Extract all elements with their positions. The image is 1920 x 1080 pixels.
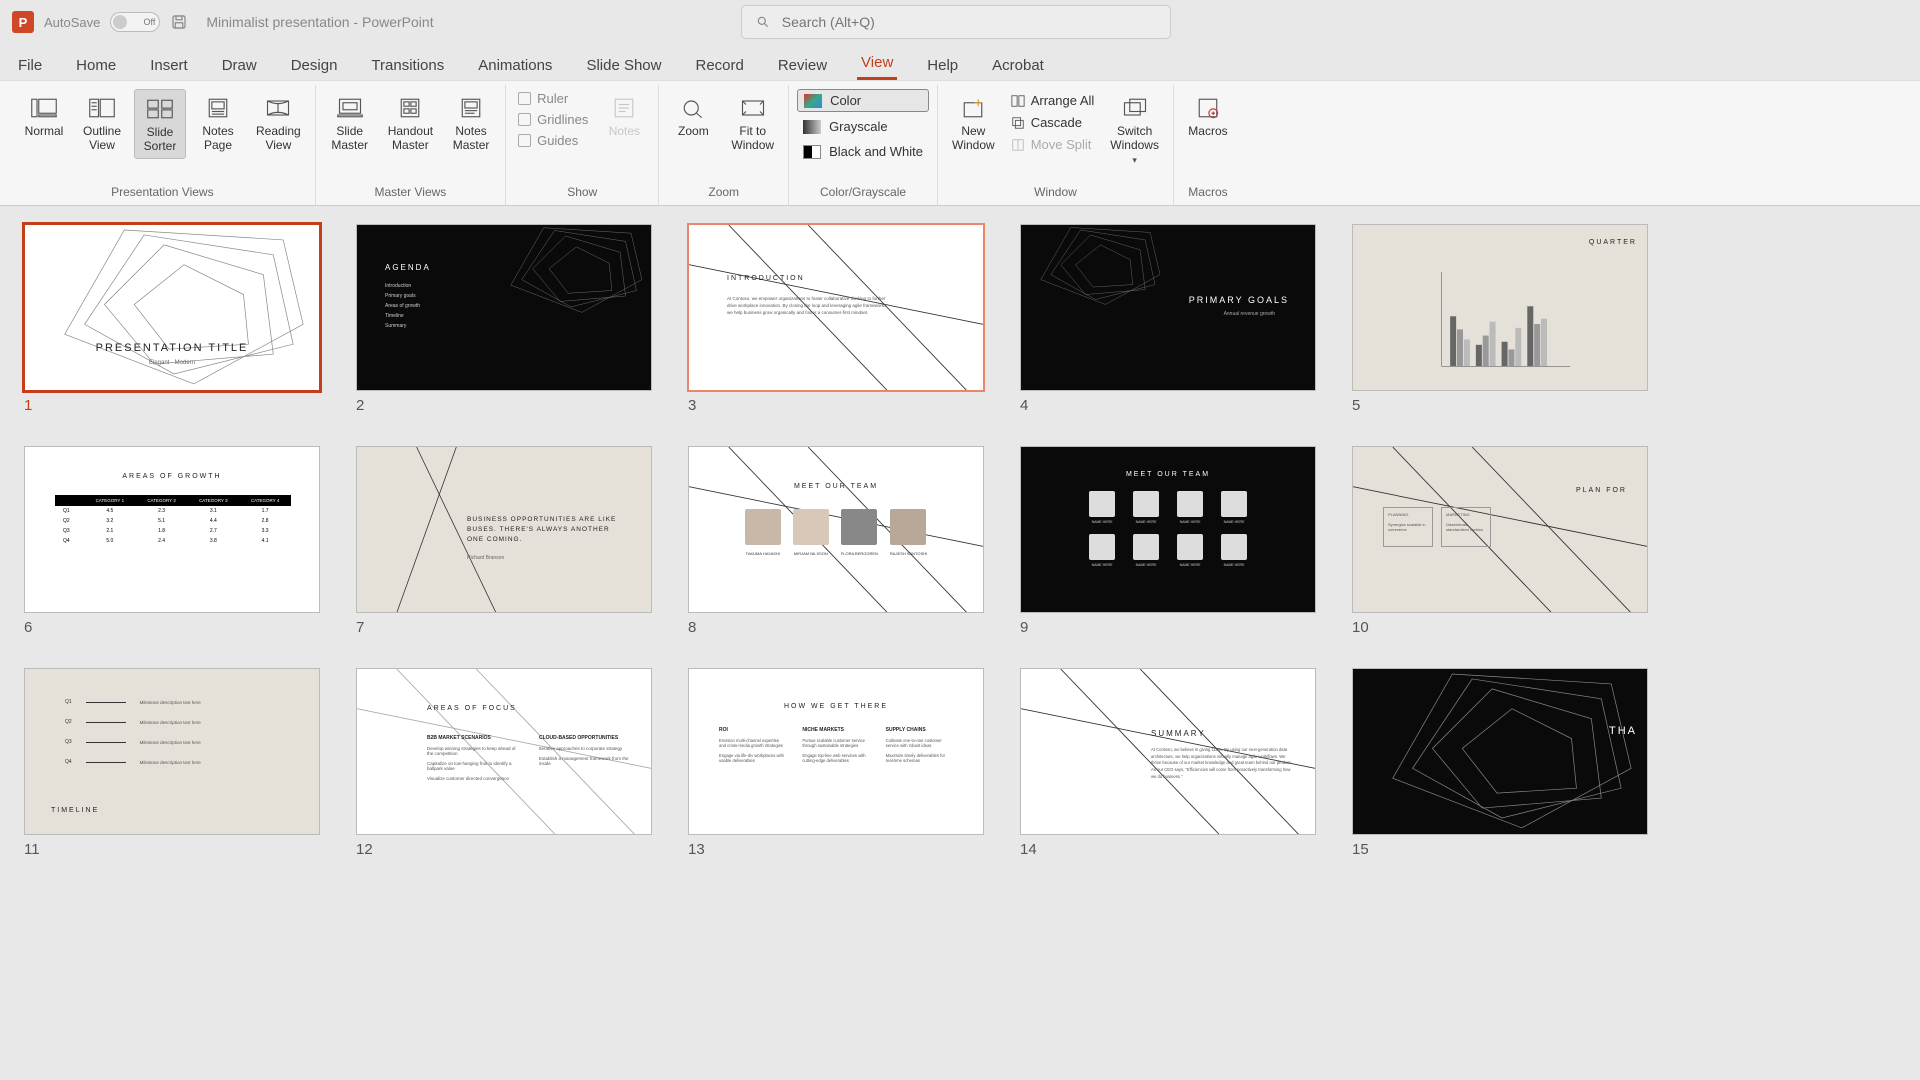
group-master-views: Slide Master Handout Master Notes Master… bbox=[316, 85, 506, 205]
search-input[interactable] bbox=[782, 14, 1156, 30]
slide-thumbnail-11[interactable]: Q1Milestone description text hereQ2Miles… bbox=[24, 668, 320, 858]
autosave-toggle[interactable]: Off bbox=[110, 12, 160, 32]
black-white-button[interactable]: Black and White bbox=[797, 141, 929, 162]
normal-view-button[interactable]: Normal bbox=[18, 89, 70, 143]
color-button[interactable]: Color bbox=[797, 89, 929, 112]
tab-file[interactable]: File bbox=[14, 51, 46, 80]
tab-transitions[interactable]: Transitions bbox=[367, 51, 448, 80]
group-show: Ruler Gridlines Guides Notes Show bbox=[506, 85, 659, 205]
notes-page-button[interactable]: Notes Page bbox=[192, 89, 244, 157]
tab-review[interactable]: Review bbox=[774, 51, 831, 80]
slide-number: 11 bbox=[24, 841, 320, 858]
slide-number: 13 bbox=[688, 841, 984, 858]
tab-slide-show[interactable]: Slide Show bbox=[582, 51, 665, 80]
slide-thumbnail-2[interactable]: AGENDAIntroductionPrimary goalsAreas of … bbox=[356, 224, 652, 414]
slide-thumbnail-7[interactable]: BUSINESS OPPORTUNITIES ARE LIKE BUSES. T… bbox=[356, 446, 652, 636]
slide-number: 7 bbox=[356, 619, 652, 636]
group-presentation-views: Normal Outline View Slide Sorter Notes P… bbox=[10, 85, 316, 205]
cascade-button[interactable]: Cascade bbox=[1007, 113, 1099, 132]
powerpoint-icon: P bbox=[12, 11, 34, 33]
slide-thumbnail-9[interactable]: MEET OUR TEAMNAME HERENAME HERENAME HERE… bbox=[1020, 446, 1316, 636]
tab-insert[interactable]: Insert bbox=[146, 51, 192, 80]
tab-record[interactable]: Record bbox=[691, 51, 747, 80]
arrange-all-button[interactable]: Arrange All bbox=[1007, 91, 1099, 110]
ribbon: Normal Outline View Slide Sorter Notes P… bbox=[0, 80, 1920, 206]
slide-thumbnail-1[interactable]: PRESENTATION TITLEElegant · Modern1 bbox=[24, 224, 320, 414]
slide-number: 15 bbox=[1352, 841, 1648, 858]
slide-number: 12 bbox=[356, 841, 652, 858]
slide-number: 4 bbox=[1020, 397, 1316, 414]
search-box[interactable] bbox=[741, 5, 1171, 39]
fit-to-window-button[interactable]: Fit to Window bbox=[725, 89, 780, 157]
slide-thumbnail-12[interactable]: AREAS OF FOCUSB2B MARKET SCENARIOSDevelo… bbox=[356, 668, 652, 858]
gridlines-checkbox[interactable]: Gridlines bbox=[514, 110, 592, 129]
slide-number: 1 bbox=[24, 397, 320, 414]
slide-number: 9 bbox=[1020, 619, 1316, 636]
slide-thumbnail-4[interactable]: PRIMARY GOALSAnnual revenue growth4 bbox=[1020, 224, 1316, 414]
macros-button[interactable]: Macros bbox=[1182, 89, 1234, 143]
slide-number: 10 bbox=[1352, 619, 1648, 636]
slide-master-button[interactable]: Slide Master bbox=[324, 89, 376, 157]
slide-number: 6 bbox=[24, 619, 320, 636]
tab-animations[interactable]: Animations bbox=[474, 51, 556, 80]
title-bar: P AutoSave Off Minimalist presentation -… bbox=[0, 0, 1920, 44]
group-zoom: Zoom Fit to Window Zoom bbox=[659, 85, 789, 205]
slide-sorter[interactable]: PRESENTATION TITLEElegant · Modern1AGEND… bbox=[0, 206, 1920, 876]
move-split-button: Move Split bbox=[1007, 135, 1099, 154]
save-icon[interactable] bbox=[170, 13, 188, 31]
ribbon-tabs: File Home Insert Draw Design Transitions Anima… bbox=[0, 44, 1920, 80]
guides-checkbox[interactable]: Guides bbox=[514, 131, 592, 150]
slide-thumbnail-6[interactable]: AREAS OF GROWTHCATEGORY 1CATEGORY 2CATEG… bbox=[24, 446, 320, 636]
ruler-checkbox[interactable]: Ruler bbox=[514, 89, 592, 108]
reading-view-button[interactable]: Reading View bbox=[250, 89, 307, 157]
tab-acrobat[interactable]: Acrobat bbox=[988, 51, 1048, 80]
handout-master-button[interactable]: Handout Master bbox=[382, 89, 439, 157]
slide-thumbnail-10[interactable]: PLAN FORPLANNINGSynergize scalable e-com… bbox=[1352, 446, 1648, 636]
group-color-grayscale: Color Grayscale Black and White Color/Gr… bbox=[789, 85, 938, 205]
slide-thumbnail-5[interactable]: QUARTER5 bbox=[1352, 224, 1648, 414]
zoom-button[interactable]: Zoom bbox=[667, 89, 719, 143]
notes-button: Notes bbox=[598, 89, 650, 143]
tab-view[interactable]: View bbox=[857, 48, 897, 80]
tab-home[interactable]: Home bbox=[72, 51, 120, 80]
grayscale-button[interactable]: Grayscale bbox=[797, 116, 929, 137]
slide-sorter-button[interactable]: Slide Sorter bbox=[134, 89, 186, 159]
slide-thumbnail-3[interactable]: INTRODUCTIONAt Contoso, we empower organ… bbox=[688, 224, 984, 414]
tab-design[interactable]: Design bbox=[287, 51, 342, 80]
slide-thumbnail-8[interactable]: MEET OUR TEAMTAKUMA HAYASHIMIRJAM NILSSO… bbox=[688, 446, 984, 636]
slide-number: 2 bbox=[356, 397, 652, 414]
slide-number: 14 bbox=[1020, 841, 1316, 858]
slide-number: 8 bbox=[688, 619, 984, 636]
slide-thumbnail-14[interactable]: SUMMARYAt Contoso, we believe in giving … bbox=[1020, 668, 1316, 858]
group-macros: Macros Macros bbox=[1174, 85, 1242, 205]
search-icon bbox=[756, 15, 770, 29]
tab-help[interactable]: Help bbox=[923, 51, 962, 80]
slide-number: 5 bbox=[1352, 397, 1648, 414]
outline-view-button[interactable]: Outline View bbox=[76, 89, 128, 157]
slide-number: 3 bbox=[688, 397, 984, 414]
slide-thumbnail-13[interactable]: HOW WE GET THEREROIEnvision multi-channe… bbox=[688, 668, 984, 858]
new-window-button[interactable]: New Window bbox=[946, 89, 1001, 157]
autosave-label: AutoSave bbox=[44, 15, 100, 30]
notes-master-button[interactable]: Notes Master bbox=[445, 89, 497, 157]
group-window: New Window Arrange All Cascade Move Spli… bbox=[938, 85, 1174, 205]
switch-windows-button[interactable]: Switch Windows▾ bbox=[1104, 89, 1165, 170]
slide-thumbnail-15[interactable]: THA15 bbox=[1352, 668, 1648, 858]
document-title: Minimalist presentation - PowerPoint bbox=[206, 14, 433, 30]
tab-draw[interactable]: Draw bbox=[218, 51, 261, 80]
